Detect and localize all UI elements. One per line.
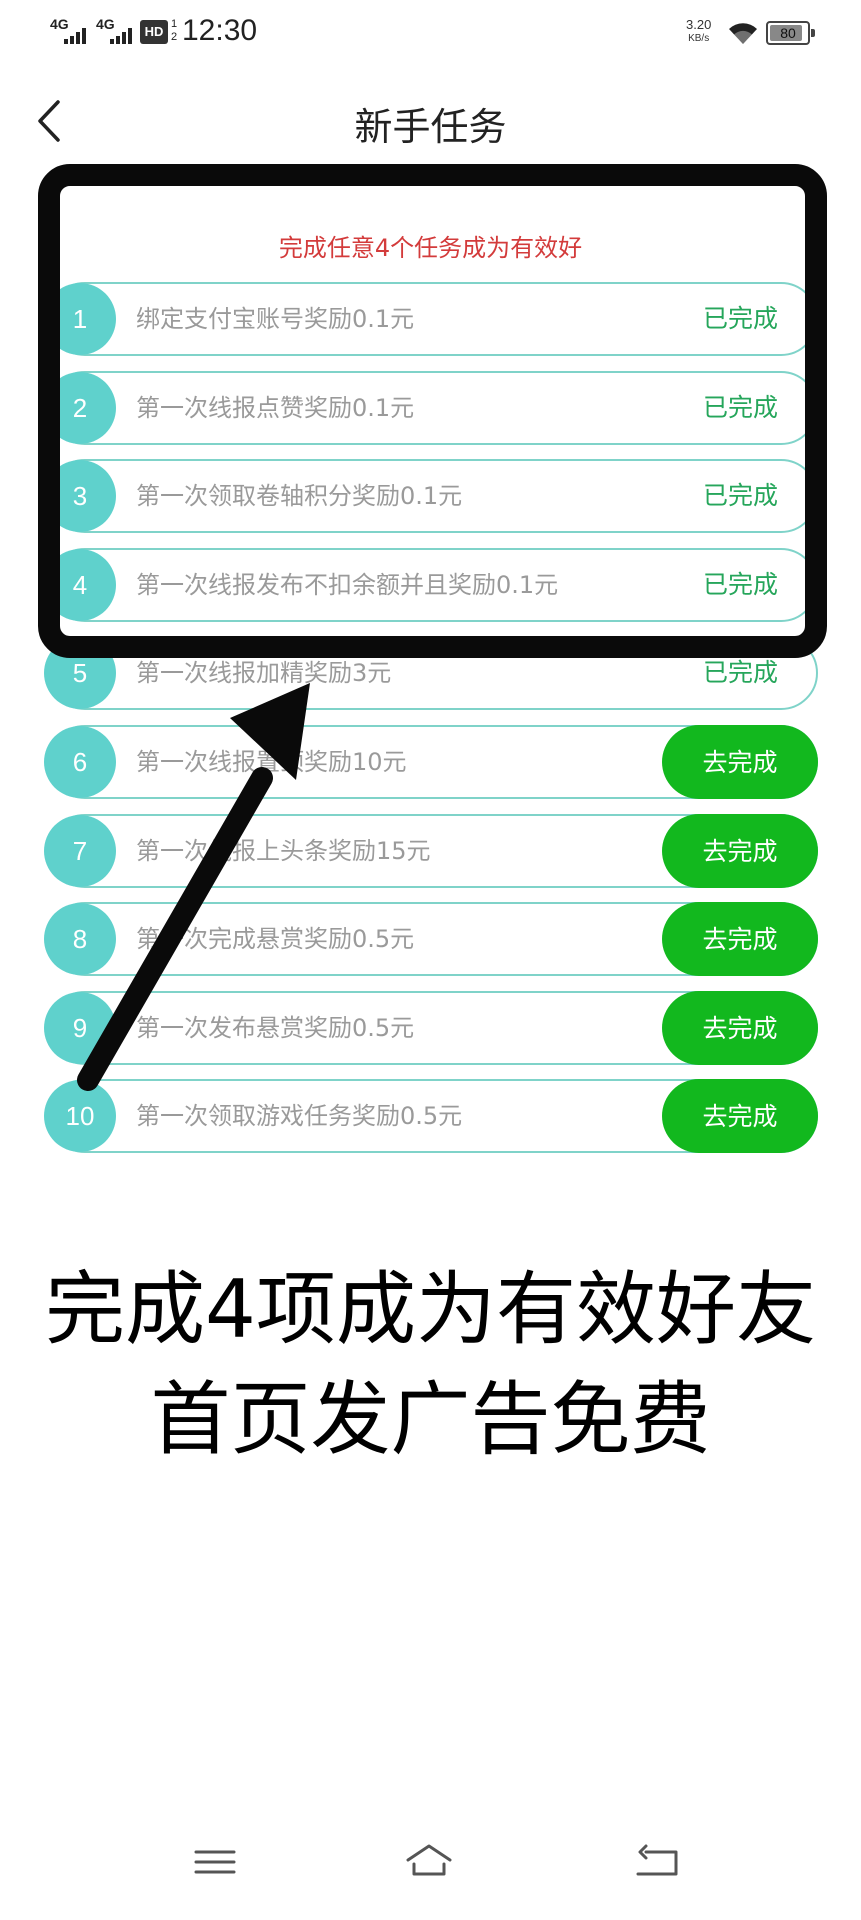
home-icon[interactable]	[404, 1840, 454, 1884]
hd-voice-icon: HD	[140, 20, 168, 44]
menu-icon[interactable]	[190, 1840, 240, 1884]
task-completed-status: 已完成	[702, 304, 778, 333]
task-completed-status: 已完成	[702, 481, 778, 511]
go-complete-button[interactable]: 去完成	[662, 902, 818, 977]
task-number-badge: 6	[44, 725, 116, 798]
task-label: 第一次领取卷轴积分奖励0.1元	[136, 482, 463, 511]
go-complete-button[interactable]: 去完成	[662, 813, 818, 888]
battery-icon: 80	[766, 21, 815, 45]
task-row: 2 第一次线报点赞奖励0.1元 已完成	[44, 370, 818, 445]
network-speed-value: 3.20	[686, 17, 712, 32]
task-row: 7 第一次线报上头条奖励15元 去完成	[44, 813, 818, 888]
page-title: 新手任务	[354, 105, 507, 149]
caption-line-1: 完成4项成为有效好友	[45, 1263, 816, 1356]
caption-line-2: 首页发广告免费	[150, 1373, 711, 1466]
cellular-signal-icon: 4G	[96, 16, 134, 46]
task-label: 第一次线报上头条奖励15元	[136, 836, 431, 865]
task-row: 5 第一次线报加精奖励3元 已完成	[44, 636, 818, 711]
task-label: 第一次线报发布不扣余额并且奖励0.1元	[136, 570, 559, 599]
task-label: 绑定支付宝账号奖励0.1元	[136, 305, 415, 333]
task-row: 8 第一次完成悬赏奖励0.5元 去完成	[44, 902, 818, 977]
hd-sub-label: 1 2	[171, 18, 178, 43]
system-nav-bar	[0, 1840, 861, 1900]
go-complete-button[interactable]: 去完成	[662, 990, 818, 1065]
wifi-icon	[729, 23, 757, 44]
task-row: 3 第一次领取卷轴积分奖励0.1元 已完成	[44, 459, 818, 534]
network-speed: 3.20 KB/s	[686, 18, 711, 46]
task-number-badge: 7	[44, 814, 116, 887]
return-icon[interactable]	[632, 1840, 682, 1884]
task-label: 第一次发布悬赏奖励0.5元	[136, 1013, 415, 1042]
task-notice: 完成任意4个任务成为有效好	[278, 234, 583, 262]
network-speed-unit: KB/s	[688, 33, 710, 44]
task-number-badge: 4	[44, 548, 116, 621]
task-row: 10 第一次领取游戏任务奖励0.5元 去完成	[44, 1079, 818, 1154]
task-label: 第一次线报点赞奖励0.1元	[136, 393, 415, 422]
task-label: 第一次领取游戏任务奖励0.5元	[136, 1102, 463, 1131]
task-number-badge: 9	[44, 991, 116, 1064]
task-label: 第一次完成悬赏奖励0.5元	[136, 925, 415, 954]
task-label: 第一次线报置顶奖励10元	[136, 747, 407, 776]
task-completed-status: 已完成	[702, 392, 778, 422]
task-number-badge: 10	[44, 1080, 116, 1153]
go-complete-button[interactable]: 去完成	[662, 1079, 818, 1154]
task-number-badge: 3	[44, 460, 116, 533]
task-completed-status: 已完成	[702, 658, 778, 688]
task-number-badge: 1	[44, 283, 116, 355]
task-completed-status: 已完成	[702, 569, 778, 599]
task-row: 4 第一次线报发布不扣余额并且奖励0.1元 已完成	[44, 547, 818, 622]
cellular-signal-icon: 4G	[50, 16, 88, 46]
battery-level: 80	[780, 25, 796, 41]
task-number-badge: 8	[44, 903, 116, 976]
task-row: 9 第一次发布悬赏奖励0.5元 去完成	[44, 990, 818, 1065]
task-label: 第一次线报加精奖励3元	[136, 659, 392, 688]
task-number-badge: 5	[44, 637, 116, 710]
task-number-badge: 2	[44, 371, 116, 444]
task-row: 6 第一次线报置顶奖励10元 去完成	[44, 724, 818, 799]
status-time: 12:30	[182, 14, 258, 47]
status-bar: 4G 4G HD 1 2 12:30 3.20 KB/s 80	[0, 0, 861, 64]
task-list: 1 绑定支付宝账号奖励0.1元 已完成 2 第一次线报点赞奖励0.1元 已完成 …	[44, 282, 818, 1168]
task-row: 1 绑定支付宝账号奖励0.1元 已完成	[44, 282, 818, 356]
go-complete-button[interactable]: 去完成	[662, 724, 818, 799]
promo-caption: 完成4项成为有效好友 首页发广告免费	[0, 1255, 861, 1475]
